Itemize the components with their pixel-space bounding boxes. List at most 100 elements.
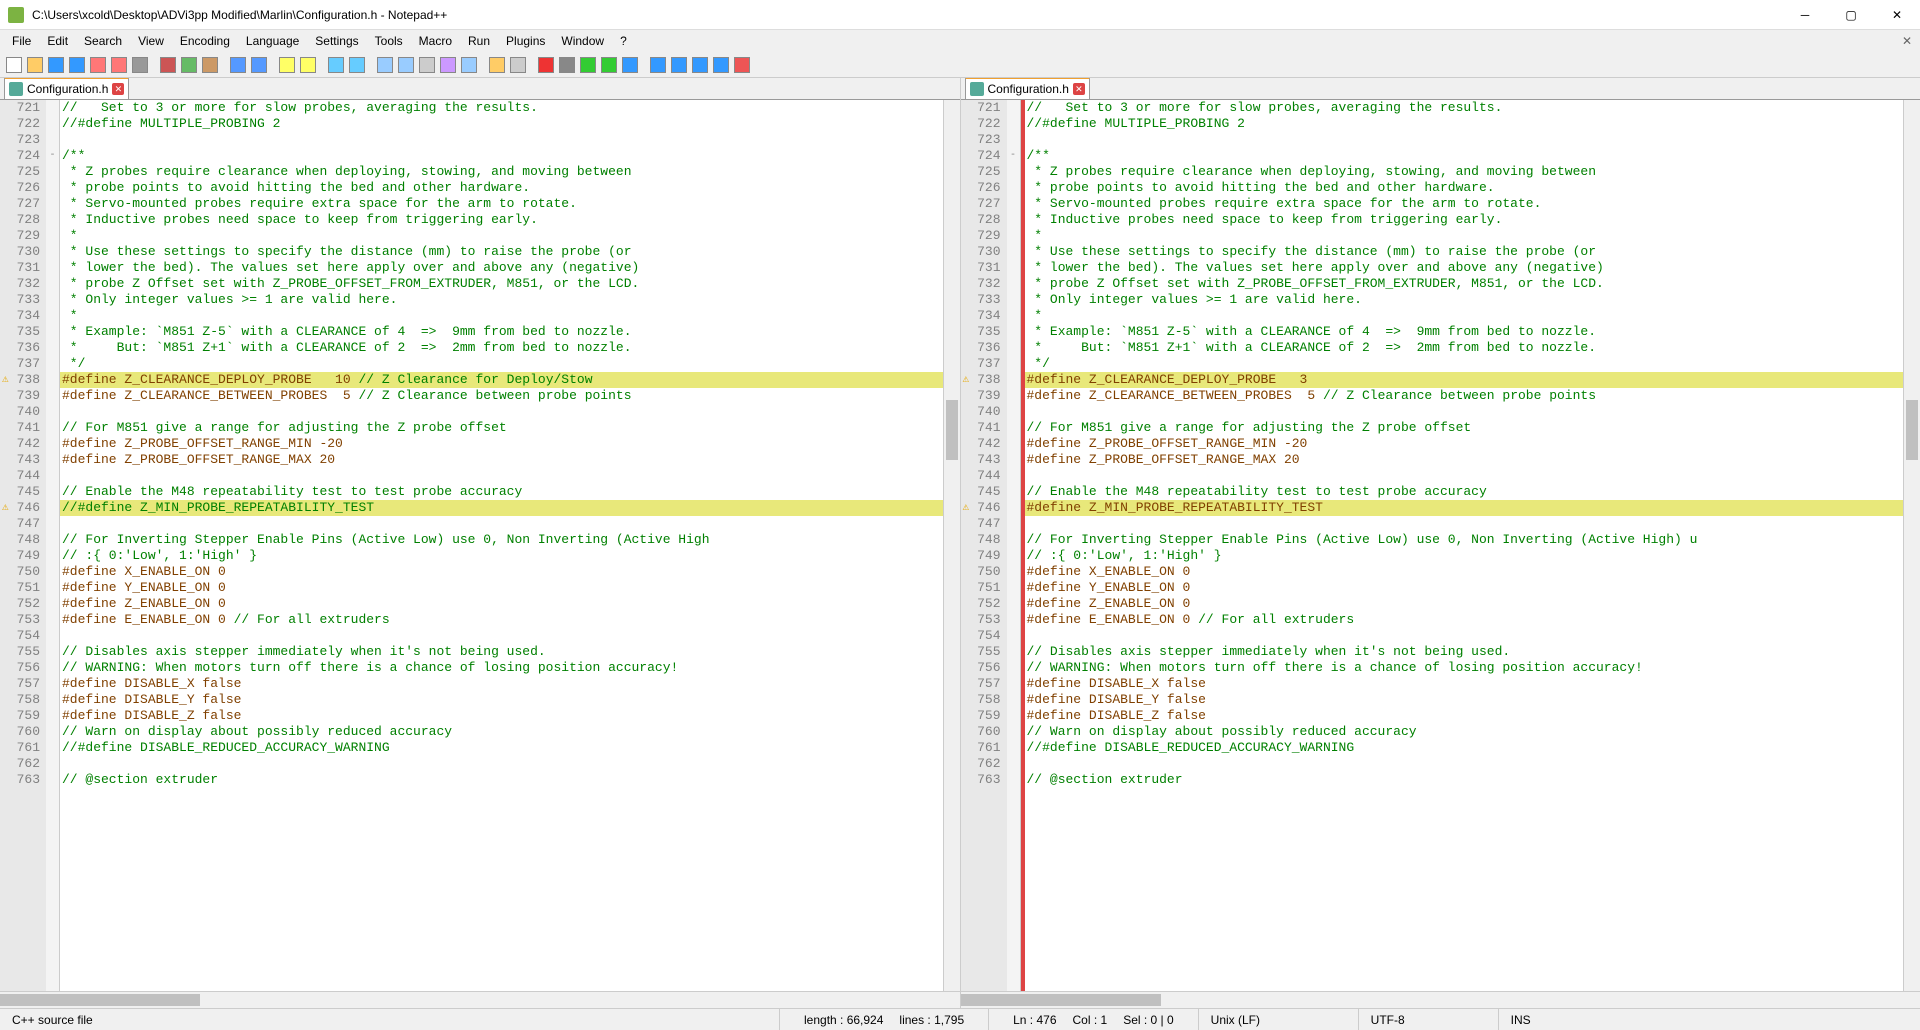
status-eol[interactable]: Unix (LF) bbox=[1199, 1009, 1359, 1030]
tab-close-icon[interactable]: ✕ bbox=[112, 83, 124, 95]
menu-language[interactable]: Language bbox=[238, 32, 307, 50]
spell-icon bbox=[734, 57, 750, 73]
copy-button[interactable] bbox=[179, 55, 199, 75]
diff-next-button[interactable] bbox=[690, 55, 710, 75]
menu-search[interactable]: Search bbox=[76, 32, 130, 50]
undo-button[interactable] bbox=[228, 55, 248, 75]
tab-close-icon[interactable]: ✕ bbox=[1073, 83, 1085, 95]
right-fold-column[interactable]: - bbox=[1007, 100, 1021, 991]
left-editor[interactable]: 7217227237247257267277287297307317327337… bbox=[0, 100, 960, 991]
zoom-out-icon bbox=[349, 57, 365, 73]
stop-icon bbox=[559, 57, 575, 73]
right-editor[interactable]: 7217227237247257267277287297307317327337… bbox=[961, 100, 1920, 991]
window-title: C:\Users\xcold\Desktop\ADVi3pp Modified\… bbox=[32, 8, 1782, 22]
diff-next-icon bbox=[692, 57, 708, 73]
close-button[interactable] bbox=[88, 55, 108, 75]
right-code-lines[interactable]: // Set to 3 or more for slow probes, ave… bbox=[1025, 100, 1904, 991]
menu-encoding[interactable]: Encoding bbox=[172, 32, 238, 50]
indent-guide-button[interactable] bbox=[459, 55, 479, 75]
maximize-button[interactable]: ▢ bbox=[1828, 0, 1874, 30]
left-line-numbers: 7217227237247257267277287297307317327337… bbox=[0, 100, 46, 991]
menu-plugins[interactable]: Plugins bbox=[498, 32, 553, 50]
diff-prev-icon bbox=[671, 57, 687, 73]
save-icon bbox=[48, 57, 64, 73]
left-horizontal-scrollbar[interactable] bbox=[0, 991, 960, 1008]
title-bar: C:\Users\xcold\Desktop\ADVi3pp Modified\… bbox=[0, 0, 1920, 30]
menu-tools[interactable]: Tools bbox=[367, 32, 411, 50]
paste-icon bbox=[202, 57, 218, 73]
menu-macro[interactable]: Macro bbox=[411, 32, 460, 50]
right-pane: Configuration.h ✕ 7217227237247257267277… bbox=[961, 78, 1920, 1008]
all-chars-button[interactable] bbox=[438, 55, 458, 75]
app-icon bbox=[8, 7, 24, 23]
diff-last-button[interactable] bbox=[711, 55, 731, 75]
left-fold-column[interactable]: - bbox=[46, 100, 60, 991]
record-icon bbox=[538, 57, 554, 73]
save-macro-button[interactable] bbox=[620, 55, 640, 75]
replace-button[interactable] bbox=[298, 55, 318, 75]
open-icon bbox=[27, 57, 43, 73]
sync-v-icon bbox=[377, 57, 393, 73]
menu-view[interactable]: View bbox=[130, 32, 172, 50]
menu-run[interactable]: Run bbox=[460, 32, 498, 50]
diff-prev-button[interactable] bbox=[669, 55, 689, 75]
status-encoding[interactable]: UTF-8 bbox=[1359, 1009, 1499, 1030]
zoom-out-button[interactable] bbox=[347, 55, 367, 75]
left-vertical-scrollbar[interactable] bbox=[943, 100, 960, 991]
monitor-button[interactable] bbox=[508, 55, 528, 75]
wrap-button[interactable] bbox=[417, 55, 437, 75]
redo-icon bbox=[251, 57, 267, 73]
lang-button[interactable] bbox=[487, 55, 507, 75]
menu-edit[interactable]: Edit bbox=[39, 32, 76, 50]
menu-settings[interactable]: Settings bbox=[307, 32, 366, 50]
menu-window[interactable]: Window bbox=[553, 32, 612, 50]
save-all-button[interactable] bbox=[67, 55, 87, 75]
find-button[interactable] bbox=[277, 55, 297, 75]
close-all-button[interactable] bbox=[109, 55, 129, 75]
redo-button[interactable] bbox=[249, 55, 269, 75]
menu-close-x[interactable]: ✕ bbox=[1898, 34, 1916, 48]
menu-file[interactable]: File bbox=[4, 32, 39, 50]
status-length: length : 66,924 bbox=[804, 1013, 883, 1027]
left-tab[interactable]: Configuration.h ✕ bbox=[4, 78, 129, 99]
spell-button[interactable] bbox=[732, 55, 752, 75]
sync-v-button[interactable] bbox=[375, 55, 395, 75]
paste-button[interactable] bbox=[200, 55, 220, 75]
close-button[interactable]: ✕ bbox=[1874, 0, 1920, 30]
right-vertical-scrollbar[interactable] bbox=[1903, 100, 1920, 991]
sync-h-icon bbox=[398, 57, 414, 73]
new-button[interactable] bbox=[4, 55, 24, 75]
play-multi-icon bbox=[601, 57, 617, 73]
right-tab[interactable]: Configuration.h ✕ bbox=[965, 78, 1090, 99]
close-icon bbox=[90, 57, 106, 73]
diff-first-button[interactable] bbox=[648, 55, 668, 75]
play-icon bbox=[580, 57, 596, 73]
left-code-lines[interactable]: // Set to 3 or more for slow probes, ave… bbox=[60, 100, 943, 991]
status-sel: Sel : 0 | 0 bbox=[1123, 1013, 1173, 1027]
diff-first-icon bbox=[650, 57, 666, 73]
play-button[interactable] bbox=[578, 55, 598, 75]
right-horizontal-scrollbar[interactable] bbox=[961, 991, 1920, 1008]
menu-[interactable]: ? bbox=[612, 32, 635, 50]
status-col: Col : 1 bbox=[1073, 1013, 1108, 1027]
menu-bar: FileEditSearchViewEncodingLanguageSettin… bbox=[0, 30, 1920, 52]
wrap-icon bbox=[419, 57, 435, 73]
save-button[interactable] bbox=[46, 55, 66, 75]
print-button[interactable] bbox=[130, 55, 150, 75]
new-icon bbox=[6, 57, 22, 73]
play-multi-button[interactable] bbox=[599, 55, 619, 75]
status-insert-mode[interactable]: INS bbox=[1499, 1009, 1559, 1030]
left-tab-label: Configuration.h bbox=[27, 82, 108, 96]
sync-h-button[interactable] bbox=[396, 55, 416, 75]
print-icon bbox=[132, 57, 148, 73]
file-icon bbox=[9, 82, 23, 96]
stop-button[interactable] bbox=[557, 55, 577, 75]
open-button[interactable] bbox=[25, 55, 45, 75]
cut-icon bbox=[160, 57, 176, 73]
cut-button[interactable] bbox=[158, 55, 178, 75]
zoom-in-button[interactable] bbox=[326, 55, 346, 75]
minimize-button[interactable]: ─ bbox=[1782, 0, 1828, 30]
find-icon bbox=[279, 57, 295, 73]
indent-guide-icon bbox=[461, 57, 477, 73]
record-button[interactable] bbox=[536, 55, 556, 75]
